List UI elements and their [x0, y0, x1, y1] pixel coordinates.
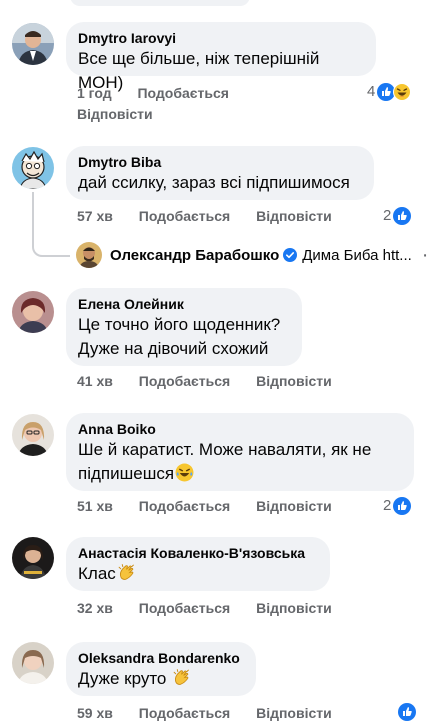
- avatar-image: [12, 291, 54, 333]
- avatar-image: [76, 242, 102, 268]
- reply-link[interactable]: Відповісти: [256, 373, 332, 389]
- reply-link[interactable]: Відповісти: [256, 600, 332, 616]
- previous-comment-edge: [70, 0, 250, 6]
- reply-link[interactable]: Відповісти: [77, 106, 153, 122]
- reaction-summary[interactable]: [398, 703, 416, 721]
- clap-emoji: [118, 564, 134, 580]
- comment-bubble: Dmytro Iarovyi Все ще більше, ніж тепері…: [66, 22, 376, 92]
- avatar: [76, 242, 102, 268]
- comment-text-line: Ше й каратист. Може наваляти, як не: [78, 440, 372, 459]
- reply-thread-line: [32, 192, 34, 244]
- comment-bubble: Анастасія Коваленко-В'язовська Клас: [66, 537, 330, 591]
- comment-time[interactable]: 32 хв: [77, 600, 113, 616]
- comment-actions: 59 хв Подобається Відповісти: [77, 703, 354, 723]
- avatar-image: [12, 147, 54, 189]
- like-link[interactable]: Подобається: [137, 85, 228, 101]
- comment-time[interactable]: 57 хв: [77, 208, 113, 224]
- reaction-summary[interactable]: 4: [367, 82, 412, 102]
- like-link[interactable]: Подобається: [139, 373, 230, 389]
- comment-author[interactable]: Анастасія Коваленко-В'язовська: [78, 544, 318, 562]
- more-options-icon[interactable]: ···: [422, 244, 428, 267]
- reaction-count: 2: [383, 207, 392, 224]
- verified-icon: [283, 248, 298, 262]
- avatar-image: [12, 642, 54, 684]
- comment-author[interactable]: Anna Boiko: [78, 420, 402, 438]
- comment-text: Дуже круто: [78, 669, 167, 688]
- avatar-image: [12, 414, 54, 456]
- comment-bubble: Anna Boiko Ше й каратист. Може наваляти,…: [66, 413, 414, 491]
- avatar-image: [12, 537, 54, 579]
- reaction-count: 4: [367, 83, 376, 100]
- laugh-emoji: [175, 463, 194, 482]
- comment-time[interactable]: 51 хв: [77, 498, 113, 514]
- reply-text: Дима Биба htt...: [302, 246, 412, 264]
- clap-emoji: [173, 669, 189, 685]
- like-link[interactable]: Подобається: [139, 208, 230, 224]
- comment-text: дай ссилку, зараз всі підпишимося: [78, 173, 350, 192]
- comment-text-line: Це точно його щоденник?: [78, 315, 281, 334]
- comment-actions: 1 год Подобається: [77, 83, 251, 103]
- reaction-count: 2: [383, 497, 392, 514]
- comment-text: Клас: [78, 564, 116, 583]
- comment-bubble: Елена Олейник Це точно його щоденник? Ду…: [66, 288, 302, 366]
- comment-bubble: Dmytro Biba дай ссилку, зараз всі підпиш…: [66, 146, 374, 200]
- avatar[interactable]: [12, 23, 54, 65]
- reply-link[interactable]: Відповісти: [256, 208, 332, 224]
- reply-link[interactable]: Відповісти: [256, 498, 332, 514]
- comment-author[interactable]: Oleksandra Bondarenko: [78, 649, 244, 667]
- like-icon: [398, 703, 416, 721]
- avatar[interactable]: [12, 642, 54, 684]
- comment-actions: 57 хв Подобається Відповісти: [77, 206, 354, 226]
- comment-actions: 32 хв Подобається Відповісти: [77, 598, 354, 618]
- comment-text-line: Дуже на дівочий схожий: [78, 339, 269, 358]
- like-icon: [393, 497, 412, 515]
- comment-actions: 41 хв Подобається Відповісти: [77, 371, 354, 391]
- haha-icon: [393, 83, 412, 101]
- avatar[interactable]: [12, 291, 54, 333]
- comment-text-line-2: підпишешся: [78, 462, 402, 486]
- comment-time[interactable]: 41 хв: [77, 373, 113, 389]
- like-icon: [393, 207, 412, 225]
- like-link[interactable]: Подобається: [139, 705, 230, 721]
- comment-text-line: Дуже круто: [78, 667, 244, 691]
- comment-time[interactable]: 1 год: [77, 85, 112, 101]
- reaction-summary[interactable]: 2: [383, 496, 412, 516]
- avatar[interactable]: [12, 147, 54, 189]
- reply-thread-connector: [32, 243, 70, 257]
- comment-time[interactable]: 59 хв: [77, 705, 113, 721]
- comment-bubble: Oleksandra Bondarenko Дуже круто: [66, 642, 256, 696]
- comment-author[interactable]: Dmytro Biba: [78, 153, 362, 171]
- reply-preview[interactable]: Олександр Барабошко Дима Биба htt... ···: [76, 242, 428, 268]
- like-link[interactable]: Подобається: [139, 600, 230, 616]
- reply-author[interactable]: Олександр Барабошко: [110, 247, 279, 264]
- comment-author[interactable]: Dmytro Iarovyi: [78, 29, 364, 47]
- reaction-summary[interactable]: 2: [383, 206, 412, 226]
- avatar[interactable]: [12, 414, 54, 456]
- comment-actions-row2: Відповісти: [77, 104, 175, 124]
- reply-link[interactable]: Відповісти: [256, 705, 332, 721]
- comment-text-line: Клас: [78, 562, 318, 586]
- comment-author[interactable]: Елена Олейник: [78, 295, 290, 313]
- avatar[interactable]: [12, 537, 54, 579]
- avatar-image: [12, 23, 54, 65]
- like-link[interactable]: Подобається: [139, 498, 230, 514]
- comment-actions: 51 хв Подобається Відповісти: [77, 496, 354, 516]
- comment-text-fragment: підпишешся: [78, 464, 175, 483]
